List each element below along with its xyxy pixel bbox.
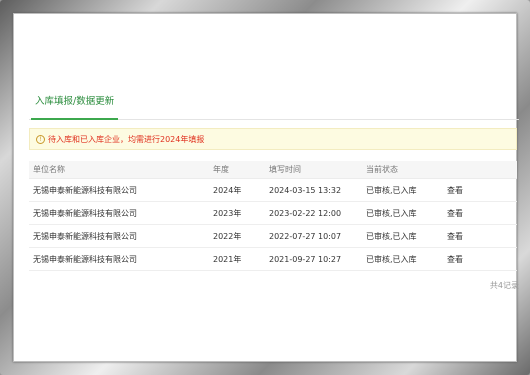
record-count: 共4记录 (489, 281, 519, 290)
cell-time: 2021-09-27 10:27 (269, 254, 342, 264)
cell-time: 2024-03-15 13:32 (269, 185, 342, 195)
cell-year: 2021年 (213, 254, 242, 264)
cell-year: 2022年 (213, 231, 242, 241)
picture-frame: 入库填报/数据更新 ! 待入库和已入库企业，均需进行2024年填报 单位名称 年… (0, 0, 530, 375)
cell-time: 2023-02-22 12:00 (269, 208, 342, 218)
tab-data-update[interactable]: 入库填报/数据更新 (31, 85, 119, 120)
table-row: 无锡申泰新能源科技有限公司 2022年 2022-07-27 10:07 已审核… (29, 225, 517, 248)
page-content: 入库填报/数据更新 ! 待入库和已入库企业，均需进行2024年填报 单位名称 年… (13, 13, 519, 362)
cell-year: 2023年 (213, 208, 242, 218)
cell-year: 2024年 (213, 185, 242, 195)
main-panel: 入库填报/数据更新 ! 待入库和已入库企业，均需进行2024年填报 单位名称 年… (29, 85, 519, 290)
table-row: 无锡申泰新能源科技有限公司 2024年 2024-03-15 13:32 已审核… (29, 179, 517, 202)
header-status: 当前状态 (366, 165, 398, 174)
records-table: 单位名称 年度 填写时间 当前状态 无锡申泰新能源科技有限公司 2024年 20… (29, 161, 517, 271)
info-icon: ! (36, 134, 45, 144)
cell-company: 无锡申泰新能源科技有限公司 (33, 231, 137, 241)
cell-company: 无锡申泰新能源科技有限公司 (33, 208, 137, 218)
header-year: 年度 (213, 165, 229, 174)
cell-status: 已审核,已入库 (366, 254, 417, 264)
cell-status: 已审核,已入库 (366, 208, 417, 218)
cell-company: 无锡申泰新能源科技有限公司 (33, 254, 137, 264)
cell-company: 无锡申泰新能源科技有限公司 (33, 185, 137, 195)
view-link[interactable]: 查看 (447, 185, 507, 196)
notice-banner: ! 待入库和已入库企业，均需进行2024年填报 (29, 128, 517, 150)
tab-bar: 入库填报/数据更新 (29, 85, 519, 120)
cell-time: 2022-07-27 10:07 (269, 231, 342, 241)
table-row: 无锡申泰新能源科技有限公司 2023年 2023-02-22 12:00 已审核… (29, 202, 517, 225)
table-row: 无锡申泰新能源科技有限公司 2021年 2021-09-27 10:27 已审核… (29, 248, 517, 271)
header-time: 填写时间 (269, 165, 301, 174)
notice-text: 待入库和已入库企业，均需进行2024年填报 (48, 134, 205, 144)
view-link[interactable]: 查看 (447, 231, 507, 242)
header-company: 单位名称 (33, 165, 65, 174)
table-header: 单位名称 年度 填写时间 当前状态 (29, 161, 517, 179)
cell-status: 已审核,已入库 (366, 185, 417, 195)
cell-status: 已审核,已入库 (366, 231, 417, 241)
view-link[interactable]: 查看 (447, 254, 507, 265)
view-link[interactable]: 查看 (447, 208, 507, 219)
